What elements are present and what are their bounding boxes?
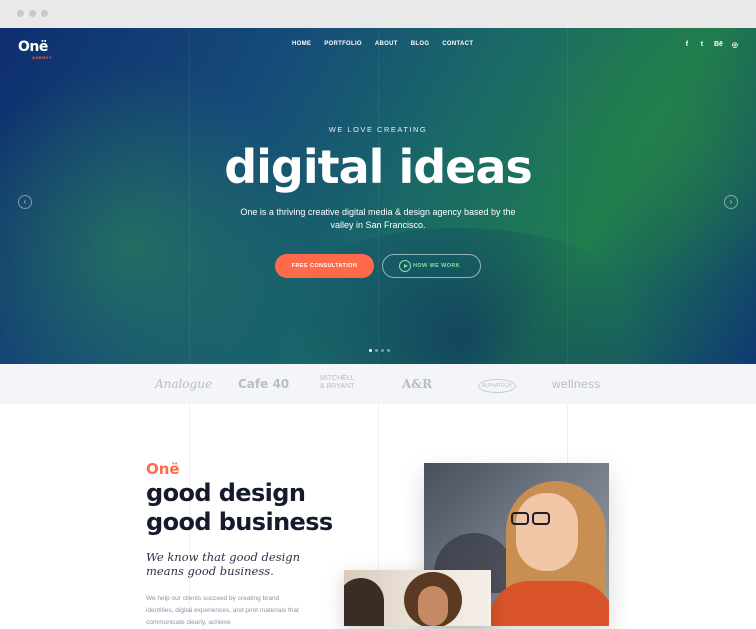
dribbble-icon[interactable]: ◎ [732,41,738,49]
how-we-work-button[interactable]: HOW WE WORK [382,254,481,278]
window-dot-icon [17,10,24,17]
logo-subtitle: AGENCY [32,55,53,60]
nav-contact[interactable]: CONTACT [442,41,473,47]
hero-headline: digital ideas [224,140,533,194]
grid-line [189,28,190,364]
title-rest: design [210,479,306,507]
tagline-line: means good business. [146,563,274,578]
client-logo-analogue: Analogue [155,377,213,391]
photo-glasses [511,512,529,525]
window-dot-icon [41,10,48,17]
tagline-line: We know that good design [146,550,301,564]
section-tagline: We know that good design means good busi… [146,550,301,578]
grid-line [378,28,379,364]
client-logo-wellness: wellness [552,377,601,391]
nav-portfolio[interactable]: PORTFOLIO [324,41,362,47]
nav-about[interactable]: ABOUT [375,41,398,47]
next-slide-arrow-icon[interactable]: › [724,195,738,209]
window-dot-icon [29,10,36,17]
client-logo-ar: A&R [402,377,433,391]
logo-mark: Onë [18,39,48,55]
slide-dot[interactable] [369,349,372,352]
logo[interactable]: Onë AGENCY [18,38,52,60]
facebook-icon[interactable]: f [684,41,690,49]
title-bold-word: good [146,508,212,536]
social-links: f t Bē ◎ [684,41,738,49]
photo-sweater [489,581,609,626]
slide-dot[interactable] [387,349,390,352]
nav-blog[interactable]: BLOG [411,41,430,47]
hero-lead: One is a thriving creative digital media… [240,207,516,230]
section-brand: Onë [146,460,180,478]
section-body: We help our clients succeed by creating … [146,595,299,626]
grid-line [567,28,568,364]
slide-dot[interactable] [375,349,378,352]
title-bold-word: good [146,479,212,507]
slider-pagination [369,349,390,352]
secondary-photo [344,570,491,626]
hero-section: Onë AGENCY HOME PORTFOLIO ABOUT BLOG CON… [0,28,756,364]
free-consultation-button[interactable]: FREE CONSULTATION [275,254,374,278]
photo-face [516,493,578,571]
play-icon [399,260,411,272]
twitter-icon[interactable]: t [699,41,705,49]
slide-dot[interactable] [381,349,384,352]
photo-person [344,578,384,626]
client-logo-mitchell-bryant: MITCHELL & BRYANT [320,375,355,390]
client-logo-alphatech: ALPHATECH [478,379,516,393]
client-logo-cafe40: Cafe 40 [238,377,290,391]
photo-glasses [532,512,550,525]
nav-home[interactable]: HOME [292,41,311,47]
about-section: Onë good design good business We know th… [0,404,756,626]
how-we-work-label: HOW WE WORK [413,263,461,269]
browser-chrome [0,0,756,28]
main-nav: HOME PORTFOLIO ABOUT BLOG CONTACT [292,41,486,47]
title-rest: business [210,508,334,536]
photo-face [418,586,448,626]
behance-icon[interactable]: Bē [714,41,723,49]
section-title: good design good business [146,479,333,537]
prev-slide-arrow-icon[interactable]: ‹ [18,195,32,209]
hero-eyebrow: WE LOVE CREATING [328,125,428,134]
clients-strip: Analogue Cafe 40 MITCHELL & BRYANT A&R A… [0,364,756,404]
